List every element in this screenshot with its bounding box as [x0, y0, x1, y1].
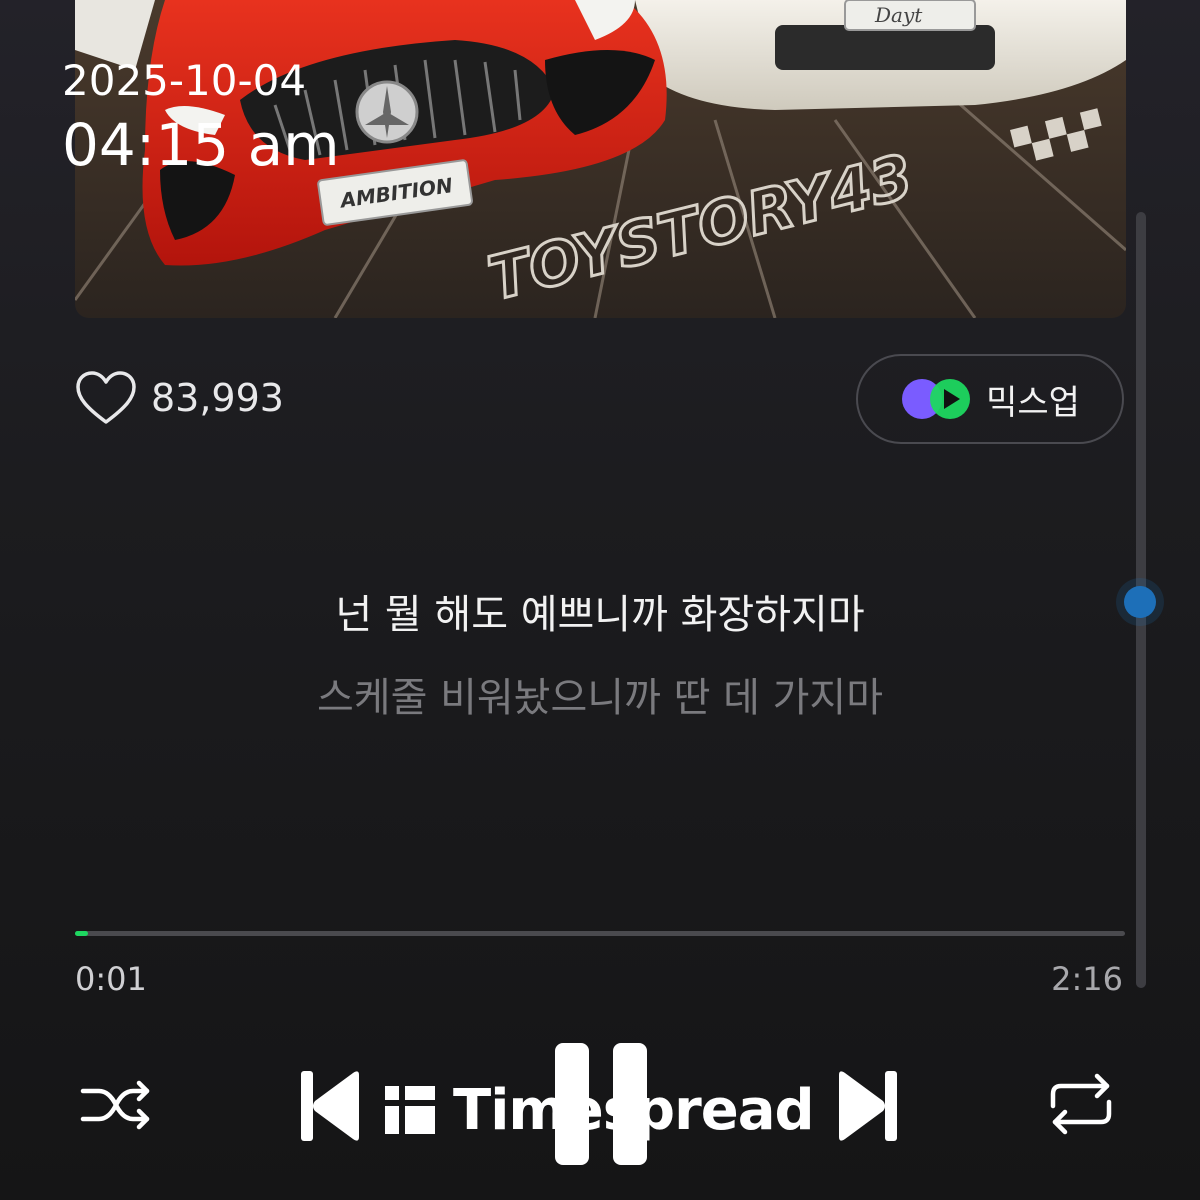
datetime-overlay: 2025-10-04 04:15 am	[62, 56, 340, 179]
timespread-watermark: Timespread	[385, 1077, 815, 1143]
like-area: 83,993	[75, 370, 284, 426]
shuffle-button[interactable]	[76, 1072, 156, 1138]
progress-fill	[75, 931, 88, 936]
time-total: 2:16	[1051, 960, 1123, 998]
skip-next-icon	[835, 1069, 899, 1143]
mixup-icon	[900, 377, 972, 421]
shuffle-icon	[79, 1077, 153, 1133]
scrollbar-thumb[interactable]	[1124, 586, 1156, 618]
lyric-next-line[interactable]: 스케줄 비워놨으니까 딴 데 가지마	[200, 665, 1000, 723]
previous-button[interactable]	[298, 1068, 364, 1144]
progress-bar[interactable]	[75, 931, 1125, 936]
time-elapsed: 0:01	[75, 960, 147, 998]
like-count: 83,993	[151, 376, 284, 420]
watermark-text: Timespread	[453, 1077, 815, 1143]
mixup-label: 믹스업	[986, 382, 1080, 423]
next-button[interactable]	[834, 1068, 900, 1144]
timespread-logo-icon	[385, 1086, 435, 1134]
heart-icon[interactable]	[75, 370, 137, 426]
lyric-current-line[interactable]: 넌 뭘 해도 예쁘니까 화장하지마	[200, 582, 1000, 640]
repeat-button[interactable]	[1046, 1070, 1116, 1138]
overlay-date: 2025-10-04	[62, 56, 307, 105]
skip-previous-icon	[299, 1069, 363, 1143]
mixup-button[interactable]: 믹스업	[856, 354, 1124, 444]
overlay-time: 04:15 am	[62, 111, 340, 179]
repeat-icon	[1047, 1072, 1115, 1136]
album-plate-right: Dayt	[874, 3, 923, 27]
